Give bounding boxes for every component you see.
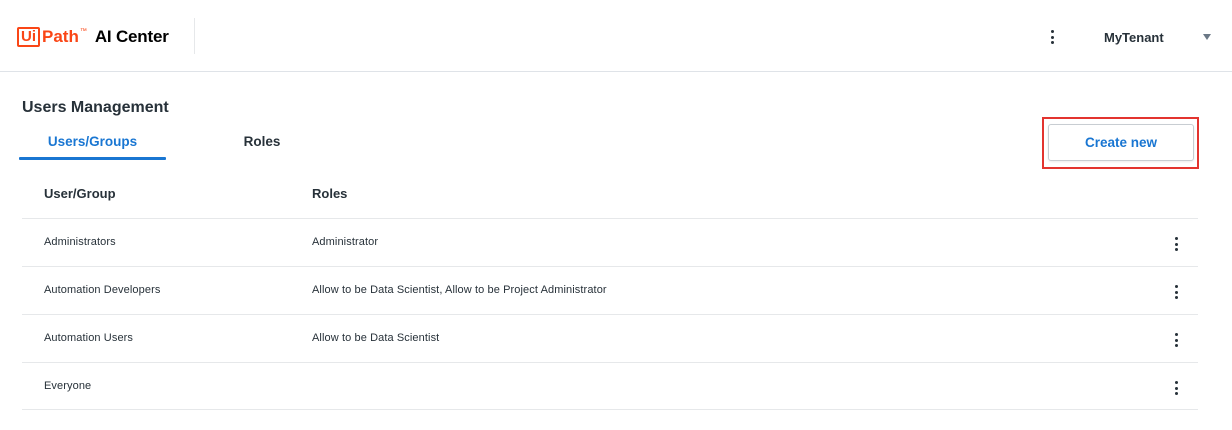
logo-path-text: Path (42, 27, 79, 46)
row-actions-button[interactable] (1168, 281, 1184, 303)
header-divider (194, 18, 195, 54)
more-options-button[interactable] (1043, 26, 1061, 48)
vertical-ellipsis-icon (1174, 333, 1178, 347)
row-user-group: Administrators (44, 236, 116, 248)
caret-down-icon[interactable] (1203, 34, 1211, 40)
logo-trademark: ™ (79, 27, 87, 35)
row-roles: Allow to be Data Scientist (312, 332, 440, 344)
row-user-group: Everyone (44, 380, 92, 392)
vertical-ellipsis-icon (1050, 30, 1054, 44)
page-title: Users Management (22, 99, 169, 116)
row-actions-button[interactable] (1168, 377, 1184, 399)
tab-users-groups[interactable]: Users/Groups (19, 134, 166, 149)
product-name: AI Center (94, 27, 169, 46)
row-user-group: Automation Users (44, 332, 134, 344)
column-header-roles[interactable]: Roles (312, 186, 347, 201)
table-row[interactable]: Automation Developers Allow to be Data S… (22, 266, 1198, 314)
tenant-selector[interactable]: MyTenant (1104, 30, 1164, 45)
row-roles: Administrator (312, 236, 379, 248)
top-bar: Ui Path ™ AI Center MyTenant (0, 0, 1232, 72)
row-user-group: Automation Developers (44, 284, 161, 296)
table-row[interactable]: Automation Users Allow to be Data Scient… (22, 314, 1198, 362)
table-row[interactable]: Administrators Administrator (22, 218, 1198, 266)
active-tab-indicator (19, 157, 166, 160)
vertical-ellipsis-icon (1174, 237, 1178, 251)
row-actions-button[interactable] (1168, 233, 1184, 255)
logo-ui-mark: Ui (17, 27, 40, 47)
table-row[interactable]: Everyone (22, 362, 1198, 410)
vertical-ellipsis-icon (1174, 285, 1178, 299)
row-roles: Allow to be Data Scientist, Allow to be … (312, 284, 607, 296)
vertical-ellipsis-icon (1174, 381, 1178, 395)
column-header-user-group[interactable]: User/Group (44, 186, 116, 201)
tab-roles[interactable]: Roles (227, 134, 297, 149)
row-actions-button[interactable] (1168, 329, 1184, 351)
uipath-ai-center-logo[interactable]: Ui Path ™ AI Center (17, 26, 169, 48)
create-new-button[interactable]: Create new (1048, 124, 1194, 161)
